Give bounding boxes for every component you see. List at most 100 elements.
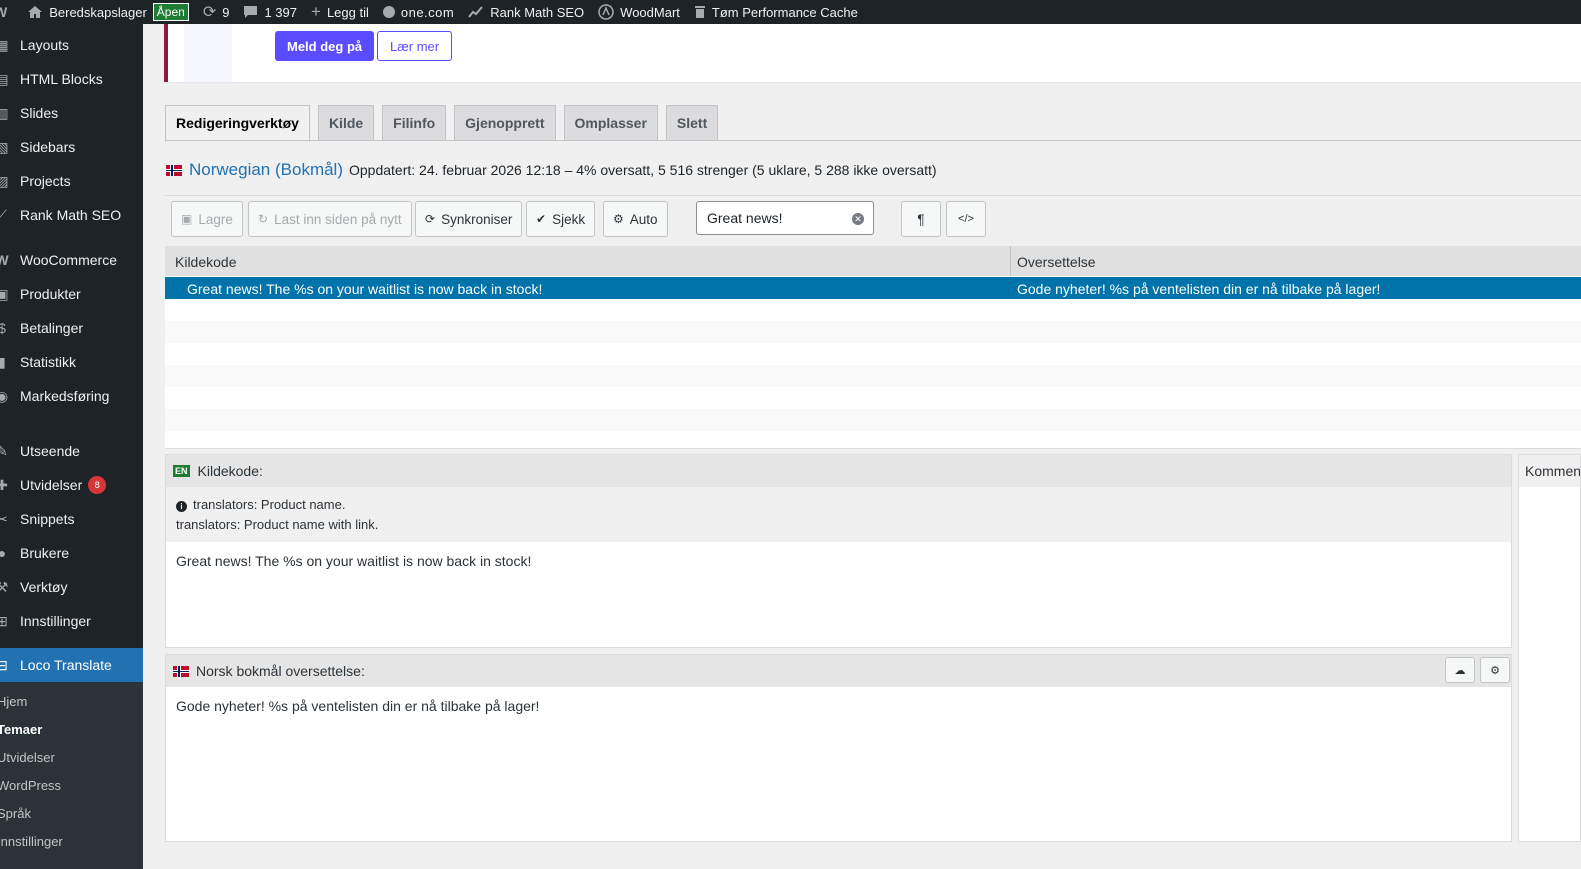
auto-translate-button[interactable]: ⚙ Auto (603, 201, 668, 237)
sidebar-item-loco-translate[interactable]: ⊟ Loco Translate (0, 648, 143, 682)
tab-restore[interactable]: Gjenopprett (454, 105, 556, 141)
check-button[interactable]: ✔ Sjekk (526, 201, 596, 237)
html-icon: ▤ (0, 70, 9, 87)
save-button[interactable]: ▣ Lagre (171, 201, 243, 237)
grid-resize-handle[interactable] (165, 448, 1581, 449)
sidebar-item-rank-math[interactable]: ⟋ Rank Math SEO (0, 198, 143, 232)
sidebar-item-label: Produkter (20, 286, 81, 302)
new-content-menu[interactable]: + Legg til (311, 0, 369, 24)
sidebar-item-innstillinger[interactable]: ⊞ Innstillinger (0, 604, 143, 638)
note-text: translators: Product name with link. (176, 517, 379, 532)
updates-menu[interactable]: ⟳ 9 (203, 0, 230, 24)
source-column-header[interactable]: Kildekode (175, 254, 237, 270)
sidebar-item-betalinger[interactable]: $ Betalinger (0, 311, 143, 345)
submenu-item-temaer[interactable]: Temaer (0, 722, 42, 737)
table-row[interactable]: Great news! The %s on your waitlist is n… (165, 277, 1581, 299)
plus-icon: + (311, 2, 321, 21)
rankmath-menu[interactable]: Rank Math SEO (468, 0, 584, 24)
sidebar-item-produkter[interactable]: ▣ Produkter (0, 277, 143, 311)
money-icon: $ (0, 320, 6, 336)
tab-delete[interactable]: Slett (665, 105, 719, 141)
learn-more-button[interactable]: Lær mer (377, 31, 453, 61)
note-line: i translators: Product name. (176, 497, 345, 512)
sync-button[interactable]: ⟳ Synkroniser (415, 201, 523, 237)
norway-flag-icon (166, 164, 182, 176)
note-text: translators: Product name. (193, 497, 346, 512)
auto-suggest-button[interactable]: ⚙ (1480, 657, 1510, 683)
source-pane-header: EN Kildekode: (166, 455, 1511, 487)
sidebar-item-label: Innstillinger (20, 613, 91, 629)
norway-flag-icon (173, 665, 189, 677)
notice-image (184, 24, 232, 82)
tab-source[interactable]: Kilde (317, 105, 375, 141)
sidebar-item-label: Sidebars (20, 139, 76, 155)
translation-pane-header: Norsk bokmål oversettelse: ☁ ⚙ (166, 655, 1511, 687)
woodmart-menu[interactable]: WoodMart (598, 0, 680, 24)
woodmart-icon (598, 4, 614, 20)
sidebar-item-label: HTML Blocks (20, 71, 103, 87)
sidebar-item-brukere[interactable]: ● Brukere (0, 536, 143, 570)
onecom-menu[interactable]: one.com (382, 0, 454, 24)
tab-move[interactable]: Omplasser (563, 105, 658, 141)
sidebar-item-label: Rank Math SEO (20, 207, 122, 223)
reload-label: Last inn siden på nytt (274, 211, 402, 227)
language-name-link[interactable]: Norwegian (Bokmål) (189, 160, 343, 180)
invisibles-toggle-button[interactable]: ¶ (901, 201, 941, 237)
clear-cache-menu[interactable]: Tøm Performance Cache (694, 0, 858, 24)
new-content-label: Legg til (326, 4, 369, 20)
sidebar-item-projects[interactable]: ▨ Projects (0, 164, 143, 198)
sidebar-item-verktoy[interactable]: ⚒ Verktøy (0, 570, 143, 604)
wrench-icon: ⚒ (0, 578, 9, 595)
sidebar-item-label: Utvidelser (20, 477, 83, 493)
translation-textarea[interactable]: Gode nyheter! %s på ventelisten din er n… (176, 698, 539, 714)
sidebar-item-utseende[interactable]: ✎ Utseende (0, 434, 143, 468)
sidebar-item-slides[interactable]: ▥ Slides (0, 96, 143, 130)
check-label: Sjekk (552, 211, 586, 227)
pilcrow-icon: ¶ (917, 211, 925, 227)
note-line: translators: Product name with link. (176, 517, 378, 532)
search-value: Great news! (707, 210, 783, 226)
submenu-item-sprak[interactable]: Språk (0, 806, 31, 821)
search-input[interactable]: Great news! ✕ (696, 201, 874, 235)
comments-count: 1 397 (264, 4, 297, 20)
sidebar-item-markedsforing[interactable]: ◉ Markedsføring (0, 379, 143, 413)
sidebar-item-woocommerce[interactable]: W WooCommerce (0, 243, 143, 277)
chart-icon: ▮ (0, 353, 6, 370)
scissors-icon: ✂ (0, 510, 8, 527)
translator-notes: i translators: Product name. translators:… (166, 487, 1511, 542)
submenu-item-utvidelser[interactable]: Utvidelser (0, 750, 55, 765)
robot-icon: ⚙ (1490, 664, 1500, 677)
tab-editor[interactable]: Redigeringverktøy (165, 105, 310, 142)
slides-icon: ▥ (0, 104, 9, 121)
tabs-divider (165, 140, 1581, 141)
submenu-item-wordpress[interactable]: WordPress (0, 778, 61, 793)
wp-logo-menu[interactable]: W (0, 0, 13, 24)
site-name-menu[interactable]: Beredskapslager Åpen (27, 0, 189, 24)
code-icon: </> (958, 213, 974, 225)
reload-button[interactable]: ↻ Last inn siden på nytt (248, 201, 412, 237)
code-view-toggle-button[interactable]: </> (946, 201, 986, 237)
sidebar-item-snippets[interactable]: ✂ Snippets (0, 502, 143, 536)
trash-icon (694, 5, 706, 19)
comments-menu[interactable]: 1 397 (243, 0, 297, 24)
plugin-update-badge: 8 (88, 476, 107, 494)
sidebar-item-utvidelser[interactable]: ✚ Utvidelser 8 (0, 468, 143, 502)
cloud-icon: ☁ (1454, 664, 1466, 677)
clear-search-icon[interactable]: ✕ (852, 213, 864, 225)
clear-cache-label: Tøm Performance Cache (711, 4, 858, 20)
sidebar-item-sidebars[interactable]: ▧ Sidebars (0, 130, 143, 164)
empty-row (165, 321, 1581, 343)
submenu-item-innstillinger[interactable]: Innstillinger (0, 834, 63, 849)
robot-icon: ⚙ (613, 212, 624, 226)
row-source-text: Great news! The %s on your waitlist is n… (187, 281, 543, 297)
sidebar-item-html-blocks[interactable]: ▤ HTML Blocks (0, 62, 143, 96)
signup-button[interactable]: Meld deg på (275, 31, 375, 61)
tab-fileinfo[interactable]: Filinfo (382, 105, 447, 141)
column-divider[interactable] (1010, 246, 1011, 276)
source-language-badge: EN (173, 465, 190, 477)
cloud-translate-button[interactable]: ☁ (1445, 657, 1475, 683)
sidebar-item-statistikk[interactable]: ▮ Statistikk (0, 345, 143, 379)
submenu-item-hjem[interactable]: Hjem (0, 694, 27, 709)
translation-column-header[interactable]: Oversettelse (1017, 254, 1096, 270)
sidebar-item-layouts[interactable]: ▦ Layouts (0, 28, 143, 62)
